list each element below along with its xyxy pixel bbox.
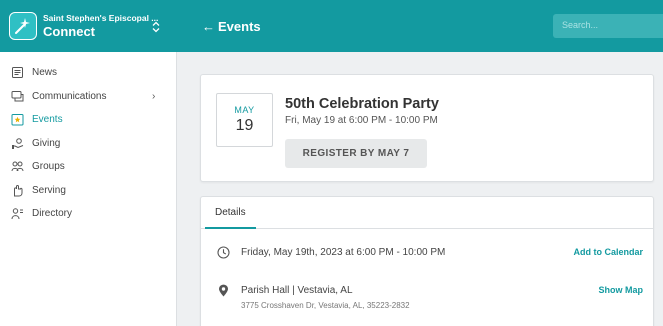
church-name: Saint Stephen's Episcopal ... xyxy=(43,13,159,24)
sidebar-item-directory[interactable]: Directory xyxy=(0,202,176,226)
sidebar-item-label: Events xyxy=(32,114,63,126)
top-header: Saint Stephen's Episcopal ... Connect ← … xyxy=(0,0,663,52)
switch-chevron-icon xyxy=(152,21,160,33)
tab-details[interactable]: Details xyxy=(205,197,256,229)
calendar-star-icon xyxy=(10,112,25,127)
search-input[interactable]: Search... xyxy=(553,14,663,38)
sidebar-item-giving[interactable]: Giving xyxy=(0,132,176,156)
app-name: Connect xyxy=(43,23,95,39)
sidebar-item-label: News xyxy=(32,67,58,79)
event-location: Parish Hall | Vestavia, AL xyxy=(241,285,353,296)
add-to-calendar-link[interactable]: Add to Calendar xyxy=(573,247,643,257)
sidebar: News Communications › Events Giving Grou… xyxy=(0,52,177,326)
details-tabbar: Details xyxy=(201,197,653,229)
newspaper-icon xyxy=(10,65,25,80)
church-switcher[interactable]: Saint Stephen's Episcopal ... Connect xyxy=(0,0,175,52)
event-summary-card: MAY 19 50th Celebration Party Fri, May 1… xyxy=(200,74,654,182)
event-date-badge: MAY 19 xyxy=(216,93,273,147)
serving-hand-icon xyxy=(10,183,25,198)
back-to-events-link[interactable]: ← Events xyxy=(202,19,261,34)
people-icon xyxy=(10,159,25,174)
connect-logo-icon xyxy=(9,12,37,40)
giving-hand-icon xyxy=(10,136,25,151)
directory-icon xyxy=(10,206,25,221)
sidebar-item-serving[interactable]: Serving xyxy=(0,179,176,203)
register-button[interactable]: REGISTER BY MAY 7 xyxy=(285,139,427,168)
sidebar-item-label: Serving xyxy=(32,184,66,196)
event-time: Fri, May 19 at 6:00 PM - 10:00 PM xyxy=(285,115,438,126)
back-arrow-icon: ← xyxy=(202,18,215,34)
back-label: Events xyxy=(218,18,261,34)
location-pin-icon xyxy=(219,284,228,297)
event-address: 3775 Crosshaven Dr, Vestavia, AL, 35223-… xyxy=(241,301,410,310)
clock-icon xyxy=(217,246,230,259)
sidebar-item-label: Groups xyxy=(32,161,65,173)
sidebar-item-communications[interactable]: Communications › xyxy=(0,85,176,109)
show-map-link[interactable]: Show Map xyxy=(599,285,644,295)
sidebar-item-groups[interactable]: Groups xyxy=(0,155,176,179)
event-title: 50th Celebration Party xyxy=(285,96,439,112)
sidebar-item-label: Giving xyxy=(32,137,61,149)
event-month: MAY xyxy=(234,105,255,115)
chevron-right-icon: › xyxy=(152,90,156,102)
event-details-card: Details Friday, May 19th, 2023 at 6:00 P… xyxy=(200,196,654,326)
event-day: 19 xyxy=(235,117,254,134)
sidebar-item-news[interactable]: News xyxy=(0,61,176,85)
chat-icon xyxy=(10,89,25,104)
sidebar-item-label: Directory xyxy=(32,208,73,220)
event-datetime: Friday, May 19th, 2023 at 6:00 PM - 10:0… xyxy=(241,247,446,258)
sidebar-item-label: Communications xyxy=(32,90,107,102)
sidebar-item-events[interactable]: Events xyxy=(0,108,176,132)
